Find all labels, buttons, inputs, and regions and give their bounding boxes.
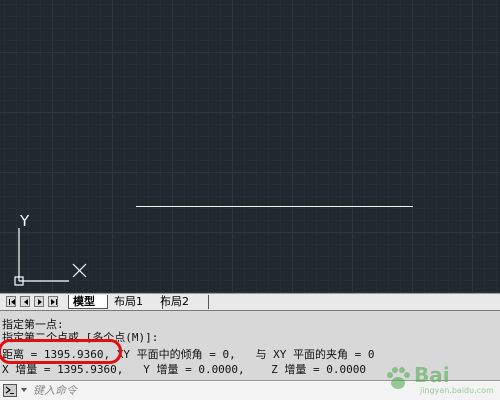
drawing-canvas[interactable]: Y [0,0,500,293]
history-line: 指定第二个点或 [多个点(M)]: [2,331,159,344]
drawn-line[interactable] [136,206,413,207]
command-history: 指定第一点: 指定第二个点或 [多个点(M)]: 距离 = 1395.9360,… [0,310,500,380]
command-line-icon [5,386,14,394]
first-icon [9,299,15,305]
history-line: X 增量 = 1395.9360, Y 增量 = 0.0000, Z 增量 = … [2,363,367,376]
dropdown-icon[interactable] [20,386,28,394]
history-line: 距离 = 1395.9360, XY 平面中的倾角 = 0, 与 XY 平面的夹… [2,348,375,361]
nav-first-button[interactable] [6,296,16,307]
history-line: 指定第一点: [2,318,64,331]
ucs-y-label: Y [19,212,30,230]
tab-layout2[interactable]: 布局2 [156,295,209,309]
previous-icon [24,299,28,305]
command-bar [0,380,500,400]
last-icon [51,299,57,305]
next-icon [38,299,42,305]
layout-tab-bar: 模型 布局1 布局2 [0,293,500,310]
nav-next-button[interactable] [34,296,44,307]
nav-last-button[interactable] [48,296,58,307]
tab-model[interactable]: 模型 [68,295,108,309]
command-input[interactable] [33,383,333,398]
ucs-icon: Y [14,212,87,286]
command-line-button[interactable] [3,384,17,397]
autocad-window: Y 模型 布局1 布局2 指定第一点: 指定第二个点或 [多个点(M)]: 距离… [0,0,500,400]
nav-prev-button[interactable] [20,296,30,307]
